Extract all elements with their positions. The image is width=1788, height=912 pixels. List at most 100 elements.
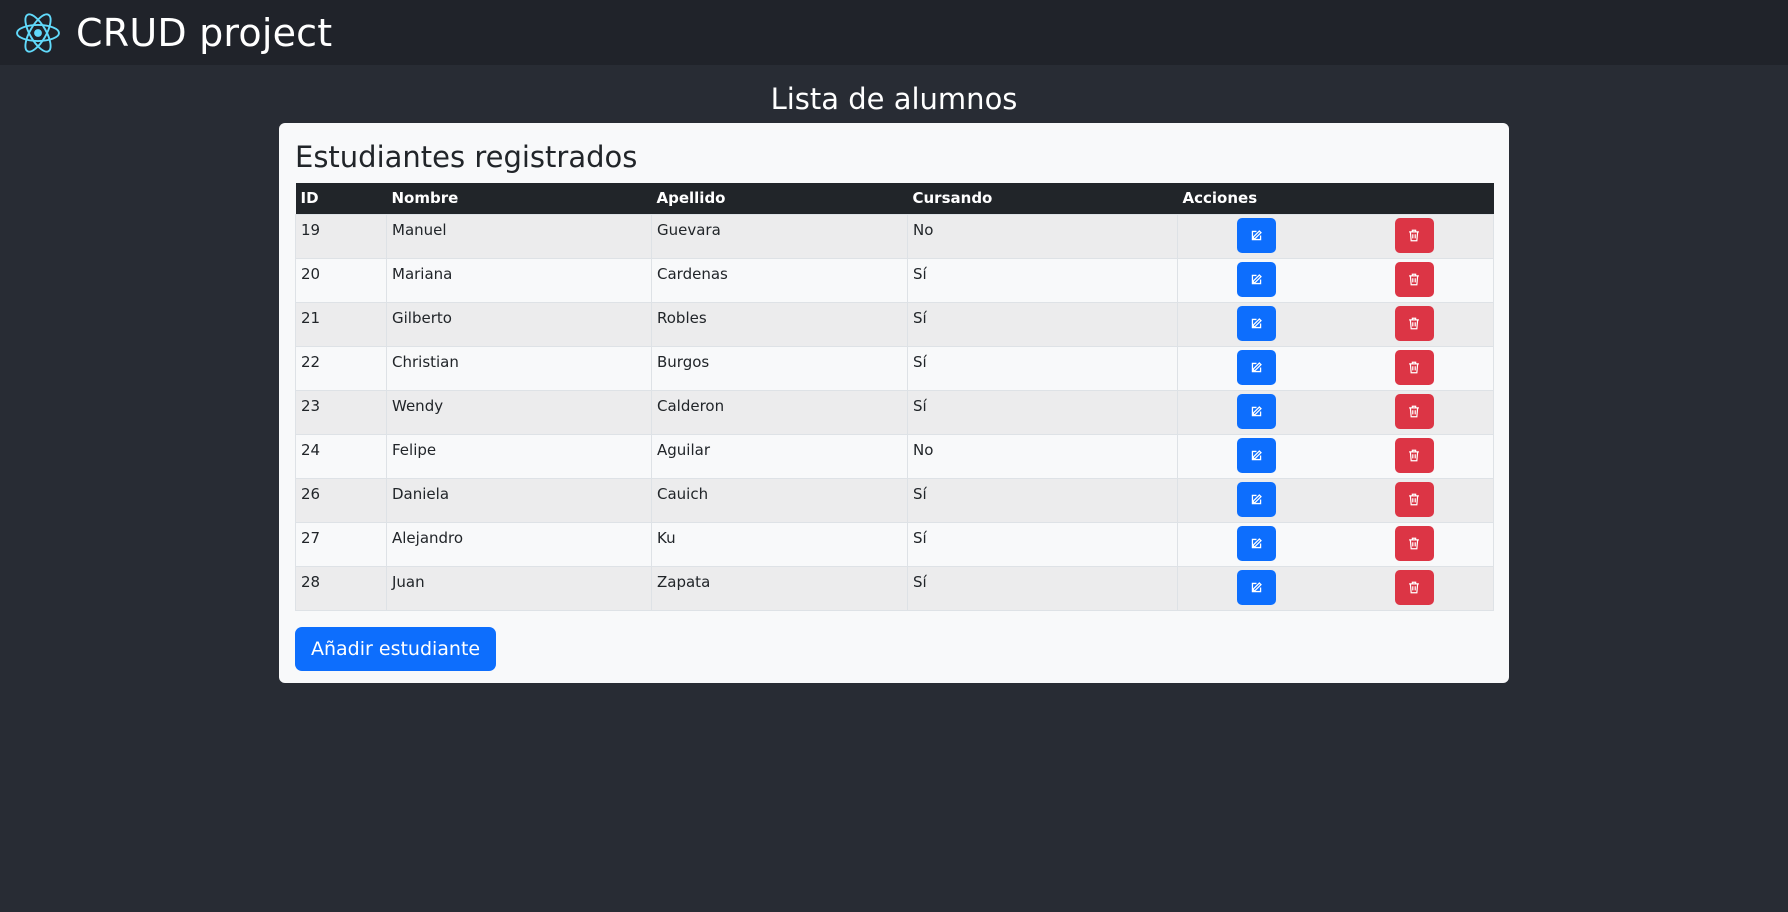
edit-button[interactable] [1237,261,1277,297]
cell-edit [1177,257,1336,303]
cell-nombre: Felipe [386,433,652,479]
cell-apellido: Cardenas [651,257,908,303]
cell-apellido: Guevara [651,213,908,259]
cell-edit [1177,433,1336,479]
cell-cursando: Sí [907,477,1178,523]
cell-id: 22 [295,345,387,391]
table-header-row: ID Nombre Apellido Cursando Acciones [295,183,1494,214]
cell-id: 21 [295,301,387,347]
cell-apellido: Zapata [651,565,908,611]
cell-id: 20 [295,257,387,303]
cell-cursando: Sí [907,301,1178,347]
trash-icon [1408,317,1420,330]
edit-button[interactable] [1237,305,1277,341]
cell-delete [1335,257,1494,303]
cell-cursando: Sí [907,345,1178,391]
trash-icon [1408,229,1420,242]
edit-button[interactable] [1237,525,1277,561]
cell-edit [1177,477,1336,523]
cell-nombre: Daniela [386,477,652,523]
table-row: 20 Mariana Cardenas Sí [295,257,1494,303]
cell-cursando: Sí [907,257,1178,303]
delete-button[interactable] [1394,481,1434,517]
edit-icon [1250,449,1263,462]
table-row: 23 Wendy Calderon Sí [295,389,1494,435]
cell-nombre: Wendy [386,389,652,435]
edit-icon [1250,361,1263,374]
cell-nombre: Manuel [386,213,652,259]
cell-apellido: Aguilar [651,433,908,479]
cell-cursando: No [907,213,1178,259]
cell-edit [1177,301,1336,347]
edit-icon [1250,273,1263,286]
table-row: 26 Daniela Cauich Sí [295,477,1494,523]
cell-delete [1335,345,1494,391]
trash-icon [1408,449,1420,462]
cell-cursando: No [907,433,1178,479]
students-table: ID Nombre Apellido Cursando Acciones 19 M… [295,183,1494,611]
header-cursando: Cursando [912,189,993,208]
app-title[interactable]: CRUD project [76,11,332,55]
card-title: Estudiantes registrados [295,140,638,174]
edit-icon [1250,581,1263,594]
cell-apellido: Burgos [651,345,908,391]
edit-icon [1250,229,1263,242]
edit-icon [1250,537,1263,550]
cell-nombre: Christian [386,345,652,391]
cell-nombre: Alejandro [386,521,652,567]
edit-icon [1250,493,1263,506]
cell-delete [1335,477,1494,523]
edit-icon [1250,317,1263,330]
cell-id: 19 [295,213,387,259]
cell-apellido: Cauich [651,477,908,523]
cell-edit [1177,565,1336,611]
cell-delete [1335,301,1494,347]
cell-nombre: Gilberto [386,301,652,347]
table-row: 22 Christian Burgos Sí [295,345,1494,391]
cell-delete [1335,389,1494,435]
delete-button[interactable] [1394,393,1434,429]
delete-button[interactable] [1394,525,1434,561]
table-row: 28 Juan Zapata Sí [295,565,1494,611]
trash-icon [1408,273,1420,286]
cell-edit [1177,389,1336,435]
add-student-button[interactable]: Añadir estudiante [295,626,497,671]
cell-nombre: Mariana [386,257,652,303]
delete-button[interactable] [1394,305,1434,341]
navbar: CRUD project [0,0,1788,65]
edit-button[interactable] [1237,481,1277,517]
trash-icon [1408,405,1420,418]
cell-id: 23 [295,389,387,435]
header-id: ID [300,189,319,208]
table-row: 19 Manuel Guevara No [295,213,1494,259]
delete-button[interactable] [1394,261,1434,297]
delete-button[interactable] [1394,217,1434,253]
trash-icon [1408,581,1420,594]
cell-apellido: Robles [651,301,908,347]
cell-cursando: Sí [907,565,1178,611]
delete-button[interactable] [1394,437,1434,473]
delete-button[interactable] [1394,569,1434,605]
edit-button[interactable] [1237,437,1277,473]
cell-edit [1177,213,1336,259]
trash-icon [1408,361,1420,374]
table-row: 27 Alejandro Ku Sí [295,521,1494,567]
page-title: Lista de alumnos [770,82,1018,116]
react-logo-icon [14,9,62,57]
header-apellido: Apellido [656,189,726,208]
edit-button[interactable] [1237,217,1277,253]
trash-icon [1408,537,1420,550]
cell-id: 27 [295,521,387,567]
delete-button[interactable] [1394,349,1434,385]
edit-button[interactable] [1237,569,1277,605]
trash-icon [1408,493,1420,506]
cell-delete [1335,565,1494,611]
cell-delete [1335,433,1494,479]
cell-id: 26 [295,477,387,523]
cell-delete [1335,213,1494,259]
cell-nombre: Juan [386,565,652,611]
cell-id: 24 [295,433,387,479]
edit-button[interactable] [1237,393,1277,429]
cell-apellido: Ku [651,521,908,567]
edit-button[interactable] [1237,349,1277,385]
